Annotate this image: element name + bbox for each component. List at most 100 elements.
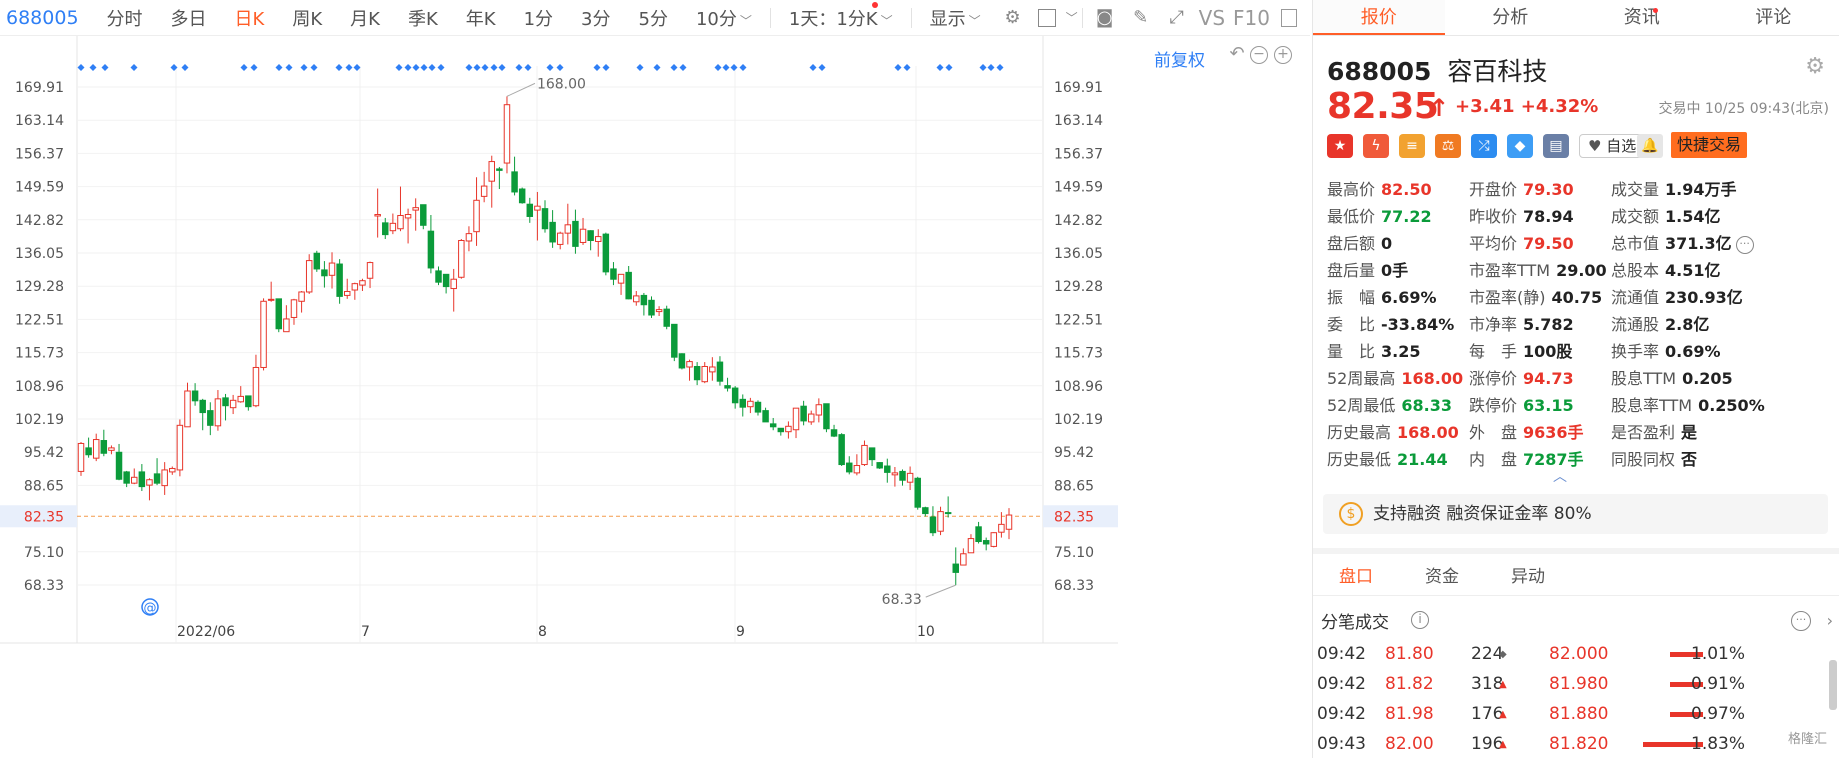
- collapse-chevron-icon[interactable]: ︿: [1553, 466, 1567, 486]
- scrollbar[interactable]: [1829, 660, 1837, 710]
- info-icon[interactable]: i: [1411, 611, 1429, 629]
- event-diamond-icon[interactable]: [77, 64, 85, 71]
- event-diamond-icon[interactable]: [437, 64, 445, 71]
- event-diamond-icon[interactable]: [714, 64, 722, 71]
- event-diamond-icon[interactable]: [300, 64, 308, 71]
- event-diamond-icon[interactable]: [524, 64, 532, 71]
- event-diamond-icon[interactable]: [310, 64, 318, 71]
- event-diamond-icon[interactable]: [636, 64, 644, 71]
- gear-icon[interactable]: ⚙: [1805, 54, 1825, 79]
- period-weekly-k[interactable]: 周K: [278, 5, 336, 31]
- event-diamond-icon[interactable]: [275, 64, 283, 71]
- period-yearly-k[interactable]: 年K: [452, 5, 510, 31]
- period-10min[interactable]: 10分 ﹀: [682, 5, 766, 31]
- event-diamond-icon[interactable]: [818, 64, 826, 71]
- event-diamond-icon[interactable]: [240, 64, 248, 71]
- period-5min[interactable]: 5分: [625, 5, 682, 31]
- event-diamond-icon[interactable]: [420, 64, 428, 71]
- scale-icon[interactable]: ⚖: [1435, 134, 1461, 158]
- expand-icon[interactable]: ›: [1827, 611, 1833, 630]
- tab-comments[interactable]: 评论: [1708, 0, 1839, 35]
- event-diamond-icon[interactable]: [515, 64, 523, 71]
- event-diamond-icon[interactable]: [285, 64, 293, 71]
- period-monthly-k[interactable]: 月K: [336, 5, 394, 31]
- event-diamond-icon[interactable]: [722, 64, 730, 71]
- event-diamond-icon[interactable]: [335, 64, 343, 71]
- event-diamond-icon[interactable]: [546, 64, 554, 71]
- candlestick-chart[interactable]: 169.91 169.91 163.14 163.14 156.37 156.37 149.…: [0, 36, 1310, 758]
- event-diamond-icon[interactable]: [903, 64, 911, 71]
- event-diamond-icon[interactable]: [250, 64, 258, 71]
- china-flag-icon[interactable]: ★: [1327, 134, 1353, 158]
- event-diamond-icon[interactable]: [130, 64, 138, 71]
- event-diamond-icon[interactable]: [936, 64, 944, 71]
- event-diamond-icon[interactable]: [412, 64, 420, 71]
- compare-button[interactable]: VS: [1195, 6, 1229, 30]
- period-3min[interactable]: 3分: [567, 5, 624, 31]
- tag-icon[interactable]: ◆: [1507, 134, 1533, 158]
- event-diamond-icon[interactable]: [481, 64, 489, 71]
- period-daily-k[interactable]: 日K: [221, 5, 279, 31]
- tab-quote[interactable]: 报价: [1313, 0, 1445, 35]
- range-selector[interactable]: 1天：1分K ﹀: [775, 5, 907, 31]
- event-diamond-icon[interactable]: [345, 64, 353, 71]
- y-tick-label-right: 108.96: [1054, 379, 1103, 395]
- event-diamond-icon[interactable]: [353, 64, 361, 71]
- display-menu[interactable]: 显示 ﹀: [916, 5, 995, 31]
- event-diamond-icon[interactable]: [894, 64, 902, 71]
- event-diamond-icon[interactable]: [653, 64, 661, 71]
- layout-icon[interactable]: [1037, 8, 1056, 27]
- add-watchlist-button[interactable]: ♥ 自选: [1579, 134, 1646, 158]
- shuffle-icon[interactable]: ⤮: [1471, 134, 1497, 158]
- event-diamond-icon[interactable]: [490, 64, 498, 71]
- event-diamond-icon[interactable]: [602, 64, 610, 71]
- quick-trade-button[interactable]: 快捷交易: [1671, 132, 1747, 158]
- period-quarterly-k[interactable]: 季K: [394, 5, 452, 31]
- event-diamond-icon[interactable]: [101, 64, 109, 71]
- tab-analysis[interactable]: 分析: [1445, 0, 1577, 35]
- candle-body: [488, 161, 495, 182]
- tab-news[interactable]: 资讯: [1576, 0, 1708, 35]
- event-diamond-icon[interactable]: [428, 64, 436, 71]
- more-options-icon[interactable]: ···: [1791, 611, 1811, 631]
- event-diamond-icon[interactable]: [473, 64, 481, 71]
- fullscreen-icon[interactable]: ⤢: [1166, 7, 1188, 29]
- event-diamond-icon[interactable]: [945, 64, 953, 71]
- event-diamond-icon[interactable]: [730, 64, 738, 71]
- tab-order-book[interactable]: 盘口: [1313, 558, 1399, 595]
- event-diamond-icon[interactable]: [395, 64, 403, 71]
- chevron-down-icon[interactable]: ﹀: [1066, 9, 1078, 26]
- tab-capital-flow[interactable]: 资金: [1399, 558, 1485, 595]
- bookmark-icon[interactable]: ▤: [1543, 134, 1569, 158]
- sidebar-toggle-icon[interactable]: [1280, 8, 1297, 27]
- period-1min[interactable]: 1分: [510, 5, 567, 31]
- x-tick-label: 8: [538, 624, 547, 640]
- period-multiday[interactable]: 多日: [157, 5, 221, 31]
- event-diamond-icon[interactable]: [987, 64, 995, 71]
- event-diamond-icon[interactable]: [679, 64, 687, 71]
- event-diamond-icon[interactable]: [556, 64, 564, 71]
- tab-unusual-moves[interactable]: 异动: [1485, 558, 1571, 595]
- event-diamond-icon[interactable]: [181, 64, 189, 71]
- bell-icon[interactable]: 🔔: [1637, 134, 1663, 158]
- settings-icon[interactable]: ⚙: [1002, 7, 1024, 29]
- event-diamond-icon[interactable]: [498, 64, 506, 71]
- stock-code-label[interactable]: 688005: [6, 7, 79, 29]
- event-diamond-icon[interactable]: [404, 64, 412, 71]
- event-diamond-icon[interactable]: [996, 64, 1004, 71]
- event-diamond-icon[interactable]: [979, 64, 987, 71]
- more-icon[interactable]: ···: [1735, 235, 1754, 254]
- event-diamond-icon[interactable]: [670, 64, 678, 71]
- f10-button[interactable]: F10: [1229, 6, 1274, 30]
- lightning-icon[interactable]: ϟ: [1363, 134, 1389, 158]
- event-diamond-icon[interactable]: [809, 64, 817, 71]
- draw-pen-icon[interactable]: ✎: [1130, 7, 1152, 29]
- event-diamond-icon[interactable]: [89, 64, 97, 71]
- margin-financing-banner[interactable]: $ 支持融资 融资保证金率 80%: [1323, 494, 1828, 534]
- period-intraday[interactable]: 分时: [93, 5, 157, 31]
- coins-icon[interactable]: ≡: [1399, 134, 1425, 158]
- event-diamond-icon[interactable]: [593, 64, 601, 71]
- event-diamond-icon[interactable]: [739, 64, 747, 71]
- event-diamond-icon[interactable]: [465, 64, 473, 71]
- camera-icon[interactable]: ◙: [1094, 7, 1116, 29]
